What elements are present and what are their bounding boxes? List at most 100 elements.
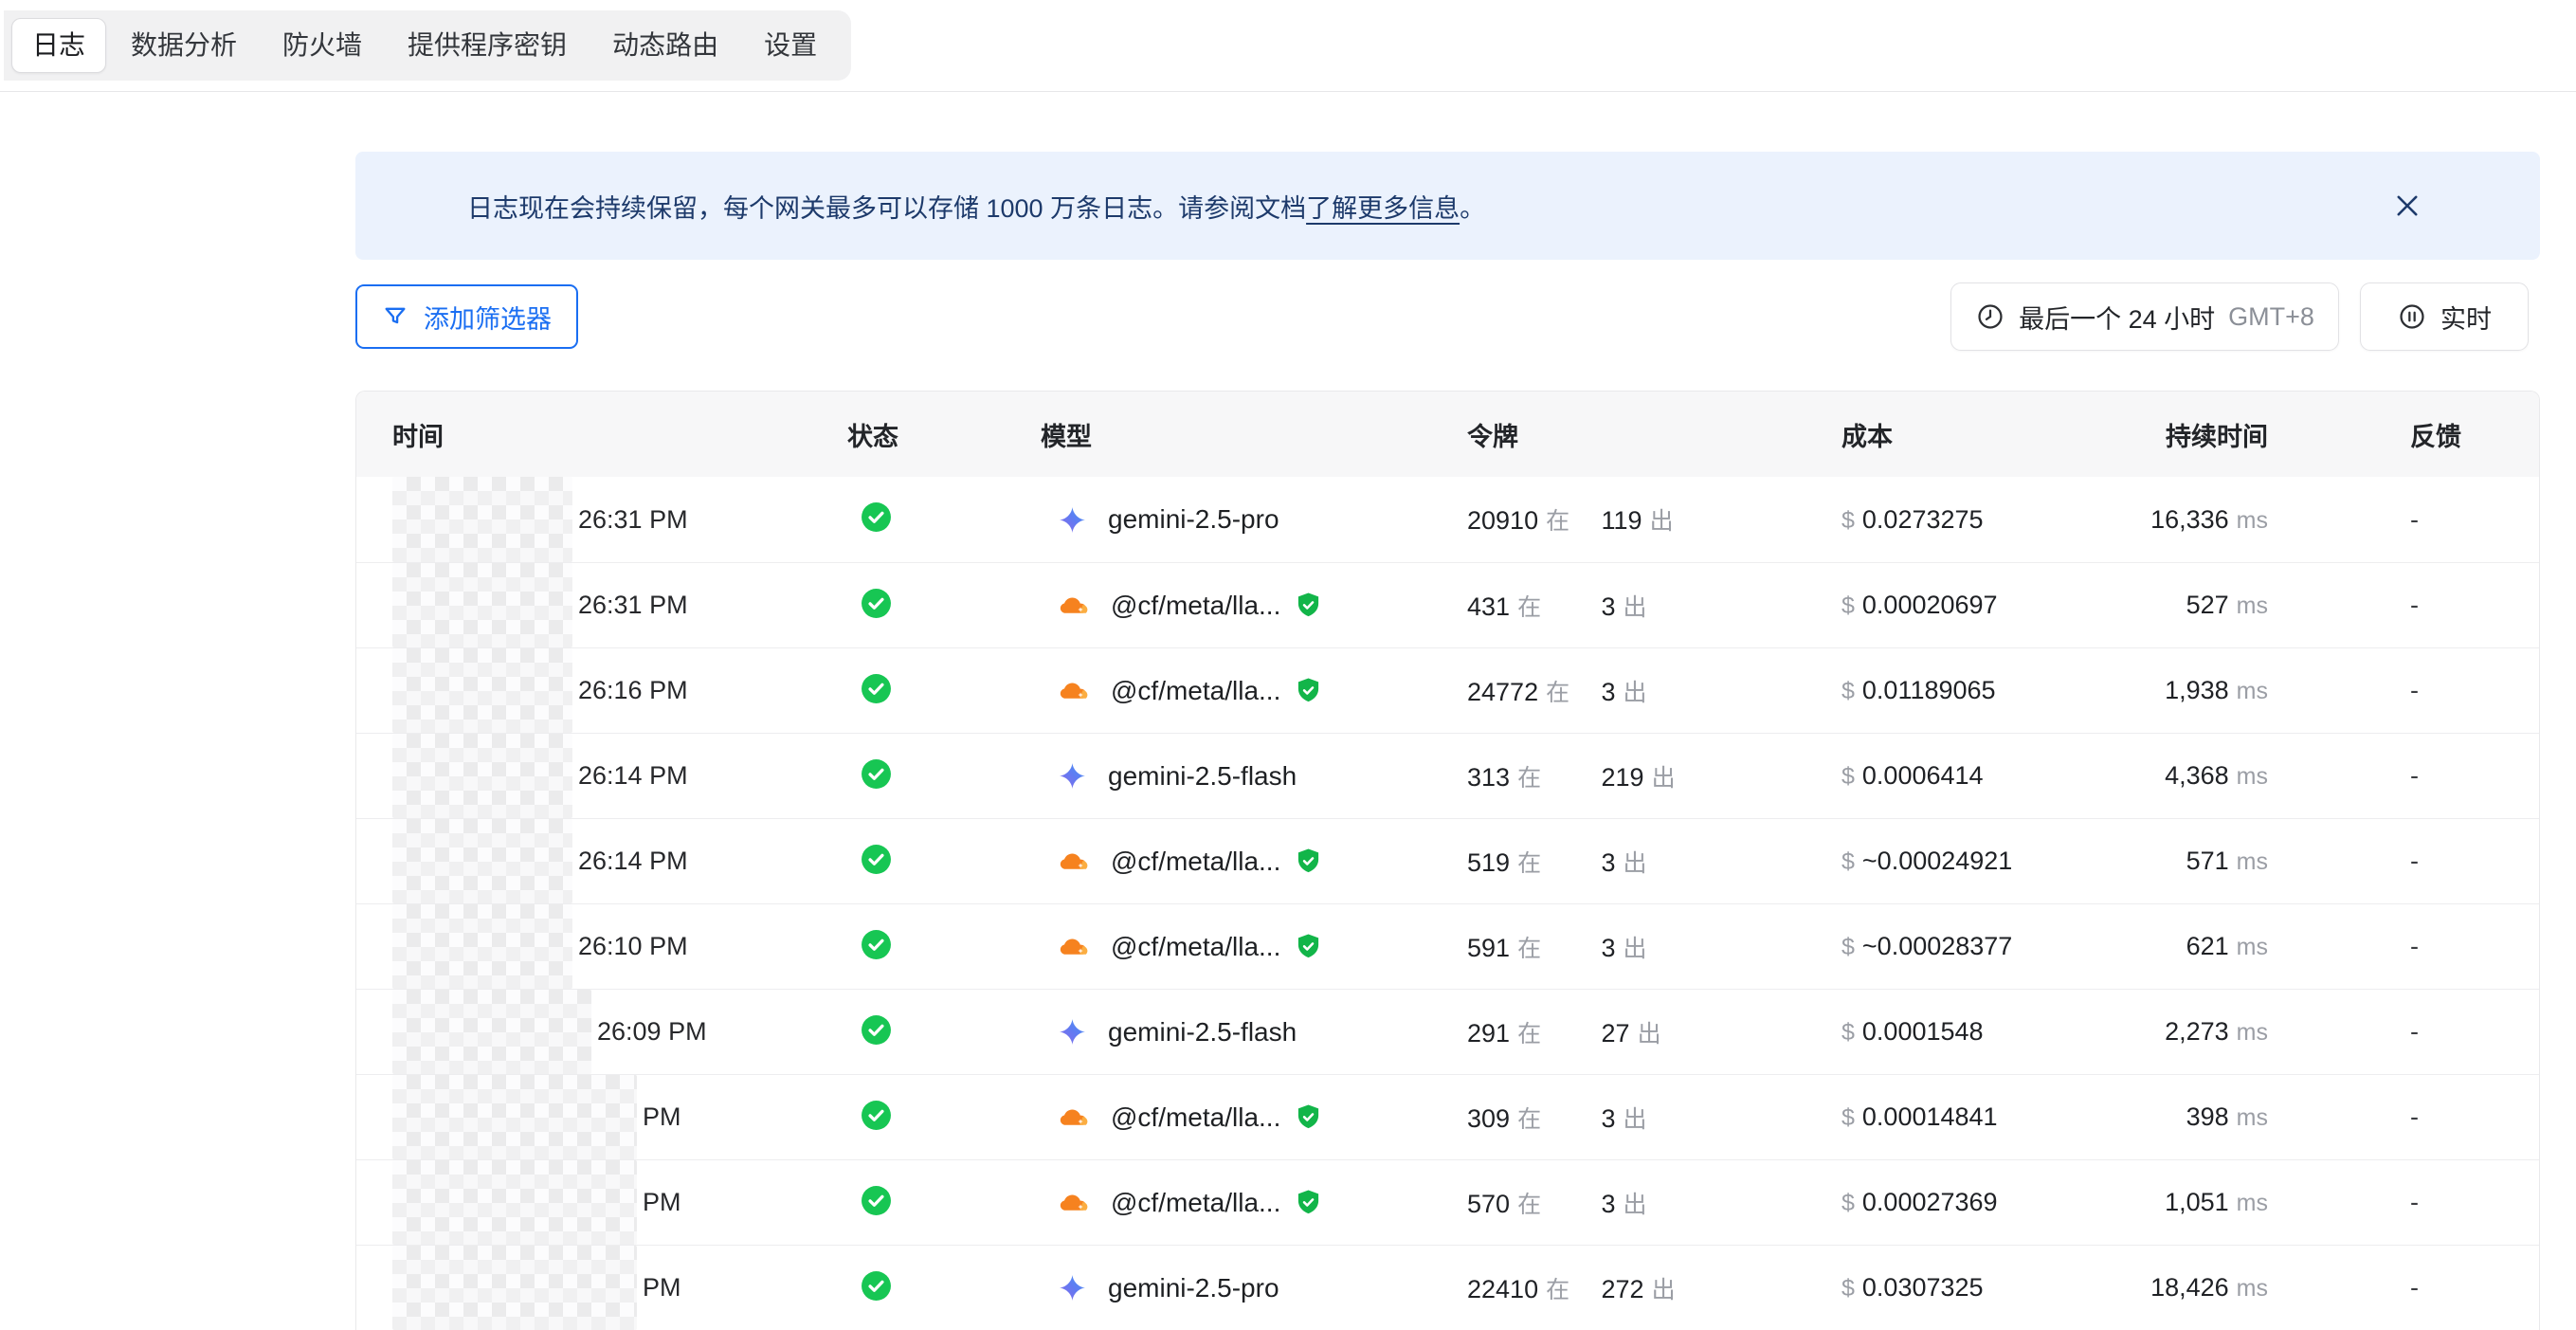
time-range-label: 最后一个 24 小时	[2019, 299, 2215, 336]
tokens-in: 24772在	[1467, 674, 1594, 708]
table-row[interactable]: 26:14 PM @cf/meta/lla...	[356, 818, 2539, 903]
cost-value: 0.0006414	[1862, 761, 1984, 790]
tokens-out: 219出	[1602, 763, 1676, 792]
guardrail-shield-icon	[1296, 1103, 1321, 1131]
table-row[interactable]: 26:10 PM @cf/meta/lla...	[356, 903, 2539, 989]
tab-firewall[interactable]: 防火墙	[262, 18, 383, 73]
timestamp-text: 26:14 PM	[578, 761, 688, 791]
tokens-cell: 313在 219出	[1467, 759, 1841, 793]
table-row[interactable]: PM @cf/meta/lla...	[356, 1074, 2539, 1159]
tokens-cell: 431在 3出	[1467, 589, 1841, 623]
table-row[interactable]: 26:14 PM gemini-2.5-flash	[356, 733, 2539, 818]
tokens-in-label: 在	[1546, 680, 1569, 706]
success-check-icon	[861, 501, 892, 533]
status-cell	[847, 929, 1041, 965]
realtime-toggle-button[interactable]: 实时	[2360, 282, 2529, 351]
model-name: gemini-2.5-pro	[1108, 504, 1279, 535]
tab-logs[interactable]: 日志	[11, 18, 106, 73]
learn-more-link[interactable]: 了解更多信息	[1306, 188, 1460, 225]
tokens-out-label: 出	[1638, 1021, 1661, 1048]
model-cell: @cf/meta/lla...	[1041, 591, 1467, 621]
add-filter-button[interactable]: 添加筛选器	[355, 284, 578, 349]
tokens-cell: 309在 3出	[1467, 1101, 1841, 1135]
column-header-status: 状态	[847, 416, 1041, 453]
tokens-out: 119出	[1602, 506, 1674, 535]
tokens-out-label: 出	[1624, 1106, 1647, 1133]
time-range-button[interactable]: 最后一个 24 小时 GMT+8	[1950, 282, 2339, 351]
table-row[interactable]: PM @cf/meta/lla...	[356, 1159, 2539, 1245]
duration-value: 18,426	[2150, 1273, 2229, 1302]
cloudflare-icon	[1058, 1192, 1090, 1214]
tokens-out-label: 出	[1624, 594, 1647, 621]
cost-cell: $0.0001548	[1841, 1017, 2147, 1047]
duration-unit: ms	[2237, 934, 2268, 960]
time-cell: 26:10 PM	[392, 904, 847, 989]
feedback-value: -	[2410, 1188, 2419, 1216]
tab-dynamic-routes[interactable]: 动态路由	[591, 18, 739, 73]
tokens-in: 309在	[1467, 1101, 1594, 1135]
tokens-out-label: 出	[1624, 1192, 1647, 1218]
status-cell	[847, 844, 1041, 880]
timestamp-text: 26:16 PM	[578, 676, 688, 705]
duration-cell: 2,273 ms	[2147, 1017, 2268, 1047]
table-row[interactable]: 26:31 PM @cf/meta/lla...	[356, 562, 2539, 647]
table-row[interactable]: 26:16 PM @cf/meta/lla...	[356, 647, 2539, 733]
timestamp-text: 26:31 PM	[578, 505, 688, 535]
redacted-timestamp-block	[392, 1075, 637, 1159]
gemini-icon	[1058, 1017, 1087, 1047]
top-nav-bar: 日志 数据分析 防火墙 提供程序密钥 动态路由 设置	[0, 0, 2576, 92]
pause-circle-icon	[2397, 301, 2427, 332]
column-header-tokens: 令牌	[1467, 416, 1841, 453]
table-row[interactable]: PM gemini-2.5-pro	[356, 1245, 2539, 1330]
banner-message: 日志现在会持续保留，每个网关最多可以存储 1000 万条日志。请参阅文档了解更多…	[467, 152, 1485, 260]
banner-close-button[interactable]	[2388, 187, 2426, 225]
banner-text-after: 。	[1460, 188, 1485, 225]
cost-value: 0.01189065	[1862, 676, 1996, 704]
duration-value: 2,273	[2165, 1017, 2229, 1046]
logs-table: 时间 状态 模型 令牌 成本 持续时间 反馈 26:31 PM	[355, 391, 2540, 1330]
timezone-label: GMT+8	[2228, 302, 2314, 332]
tab-settings[interactable]: 设置	[743, 18, 838, 73]
gemini-icon	[1058, 1273, 1087, 1303]
duration-value: 398	[2186, 1102, 2229, 1131]
table-row[interactable]: 26:09 PM gemini-2.5-flash	[356, 989, 2539, 1074]
cloudflare-icon	[1058, 594, 1090, 617]
tokens-cell: 591在 3出	[1467, 930, 1841, 964]
table-row[interactable]: 26:31 PM gemini-2.5-pro	[356, 477, 2539, 562]
guardrail-shield-icon	[1296, 677, 1321, 704]
success-check-icon	[861, 1185, 892, 1216]
status-cell	[847, 758, 1041, 794]
cost-cell: $~0.00024921	[1841, 847, 2147, 876]
cost-value: ~0.00024921	[1862, 847, 2012, 875]
tokens-in: 519在	[1467, 845, 1594, 879]
model-cell: gemini-2.5-flash	[1041, 761, 1467, 792]
tokens-out-label: 出	[1624, 936, 1647, 962]
tokens-out: 3出	[1602, 848, 1647, 877]
model-name: @cf/meta/lla...	[1111, 1188, 1280, 1218]
tokens-out-label: 出	[1652, 1277, 1676, 1303]
duration-unit: ms	[2237, 507, 2268, 534]
tokens-out: 3出	[1602, 678, 1647, 706]
duration-value: 621	[2186, 932, 2229, 960]
feedback-value: -	[2410, 1017, 2419, 1046]
timestamp-text: 26:14 PM	[578, 847, 688, 876]
timestamp-text: 26:10 PM	[578, 932, 688, 961]
duration-unit: ms	[2237, 1019, 2268, 1046]
cost-value: 0.00014841	[1862, 1102, 1998, 1131]
duration-value: 16,336	[2150, 505, 2229, 534]
time-cell: 26:14 PM	[392, 819, 847, 903]
duration-value: 1,938	[2165, 676, 2229, 704]
column-header-cost: 成本	[1841, 416, 2147, 453]
duration-unit: ms	[2237, 1190, 2268, 1216]
success-check-icon	[861, 1270, 892, 1302]
redacted-timestamp-block	[392, 563, 572, 647]
tokens-in-label: 在	[1517, 765, 1541, 792]
logs-table-header: 时间 状态 模型 令牌 成本 持续时间 反馈	[356, 392, 2539, 477]
cost-value: 0.00020697	[1862, 591, 1998, 619]
tab-provider-keys[interactable]: 提供程序密钥	[387, 18, 588, 73]
status-cell	[847, 501, 1041, 537]
feedback-cell: -	[2268, 676, 2539, 705]
timestamp-text: PM	[643, 1273, 681, 1303]
timestamp-text: PM	[643, 1188, 681, 1217]
tab-analytics[interactable]: 数据分析	[110, 18, 258, 73]
